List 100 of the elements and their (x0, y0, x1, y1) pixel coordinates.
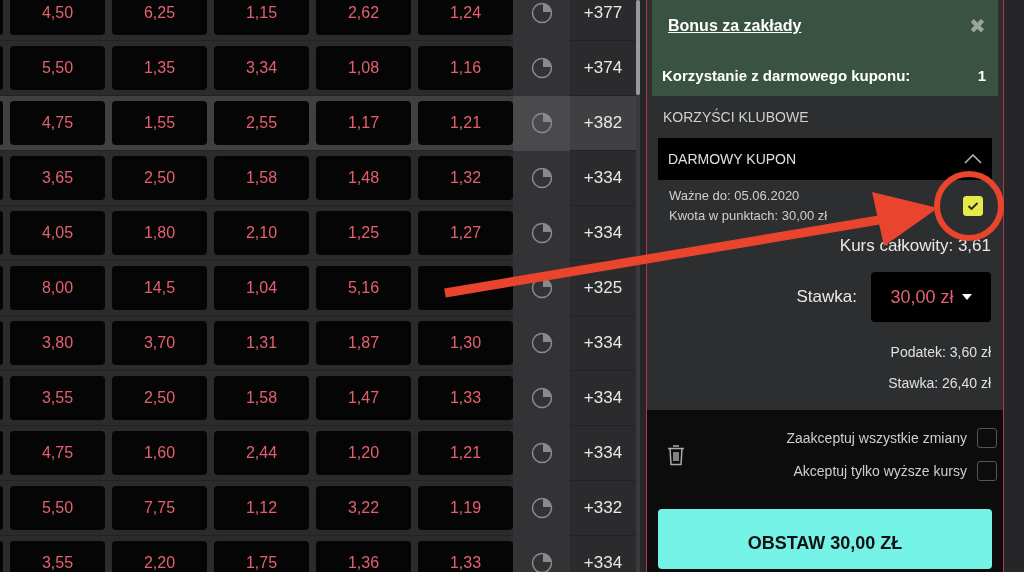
pie-chart-icon[interactable] (530, 2, 553, 24)
odds-button[interactable]: 1,16 (418, 46, 513, 90)
odds-button[interactable]: 1,31 (214, 321, 309, 365)
more-bets-count[interactable]: +332 (570, 498, 636, 518)
odds-button[interactable]: 1,17 (316, 101, 411, 145)
coupon-header[interactable]: DARMOWY KUPON (658, 138, 992, 180)
option-label: Zaakceptuj wszystkie zmiany (786, 430, 967, 446)
section-title: KORZYŚCI KLUBOWE (663, 109, 809, 125)
pie-chart-icon[interactable] (530, 112, 553, 134)
pie-chart-icon[interactable] (530, 222, 553, 244)
odds-button[interactable]: 1,58 (214, 376, 309, 420)
odds-button[interactable]: 1,87 (316, 321, 411, 365)
odds-button[interactable]: 1,25 (316, 211, 411, 255)
more-bets-count[interactable]: +377 (570, 3, 636, 23)
place-bet-button[interactable]: OBSTAW 30,00 ZŁ (658, 509, 992, 569)
pie-chart-icon[interactable] (530, 167, 553, 189)
pie-chart-icon[interactable] (530, 57, 553, 79)
more-bets-count[interactable]: +334 (570, 168, 636, 188)
pie-chart-icon[interactable] (530, 497, 553, 519)
more-bets-count[interactable]: +334 (570, 553, 636, 572)
odds-button[interactable]: 3,34 (214, 46, 309, 90)
odds-button[interactable]: 4,75 (10, 101, 105, 145)
trash-icon[interactable] (667, 443, 685, 466)
odds-button[interactable]: 1,15 (214, 0, 309, 35)
close-icon[interactable]: ✖ (969, 16, 986, 36)
odds-button[interactable]: 1,12 (214, 486, 309, 530)
odds-button[interactable]: 2,50 (112, 156, 207, 200)
odds-button[interactable]: 2,20 (112, 541, 207, 572)
table-row[interactable]: 3,65 2,50 1,58 1,48 1,32 +334 (0, 151, 636, 206)
table-row[interactable]: 5,50 1,35 3,34 1,08 1,16 +374 (0, 41, 636, 96)
more-bets-count[interactable]: +334 (570, 388, 636, 408)
bonus-title[interactable]: Bonus za zakłady (662, 17, 802, 35)
chevron-up-icon[interactable] (964, 154, 982, 164)
odds-button[interactable]: 1,04 (214, 266, 309, 310)
more-bets-count[interactable]: +374 (570, 58, 636, 78)
odds-button[interactable]: 1,30 (418, 321, 513, 365)
points-amount-text: Kwota w punktach: 30,00 zł (669, 207, 828, 225)
more-bets-count[interactable]: +334 (570, 223, 636, 243)
odds-button[interactable]: 5,50 (10, 46, 105, 90)
pie-chart-icon[interactable] (530, 552, 553, 572)
table-row[interactable]: 3,55 2,50 1,58 1,47 1,33 +334 (0, 371, 636, 426)
pie-chart-icon[interactable] (530, 442, 553, 464)
odds-button[interactable]: 1,58 (214, 156, 309, 200)
table-row[interactable]: 4,75 1,55 2,55 1,17 1,21 +382 (0, 96, 636, 151)
more-bets-count[interactable]: +325 (570, 278, 636, 298)
odds-button[interactable]: 3,55 (10, 376, 105, 420)
odds-button[interactable]: 14,5 (112, 266, 207, 310)
scrollbar-thumb[interactable] (636, 0, 640, 95)
odds-button[interactable]: 8,00 (10, 266, 105, 310)
odds-button[interactable]: 2,44 (214, 431, 309, 475)
table-row[interactable]: 5,50 7,75 1,12 3,22 1,19 +332 (0, 481, 636, 536)
more-bets-count[interactable]: +334 (570, 443, 636, 463)
odds-button[interactable]: 1,60 (112, 431, 207, 475)
odds-button[interactable]: 1,47 (316, 376, 411, 420)
odds-button[interactable]: 1,08 (316, 46, 411, 90)
checkbox[interactable] (977, 428, 997, 448)
odds-button[interactable]: 6,25 (112, 0, 207, 35)
odds-button[interactable]: 1,27 (418, 211, 513, 255)
odds-button[interactable]: 4,05 (10, 211, 105, 255)
pie-chart-icon[interactable] (530, 332, 553, 354)
odds-button[interactable]: 5,50 (10, 486, 105, 530)
odds-button[interactable]: 1,80 (112, 211, 207, 255)
table-row[interactable]: 4,50 6,25 1,15 2,62 1,24 +377 (0, 0, 636, 41)
odds-button[interactable]: 4,50 (10, 0, 105, 35)
table-row[interactable]: 8,00 14,5 1,04 5,16 +325 (0, 261, 636, 316)
odds-button[interactable]: 3,70 (112, 321, 207, 365)
odds-button[interactable]: 1,32 (418, 156, 513, 200)
odds-button[interactable]: 7,75 (112, 486, 207, 530)
checkbox[interactable] (977, 461, 997, 481)
odds-button[interactable]: 1,35 (112, 46, 207, 90)
odds-button[interactable]: 1,36 (316, 541, 411, 572)
odds-button[interactable]: 1,33 (418, 376, 513, 420)
odds-button[interactable]: 2,62 (316, 0, 411, 35)
odds-button[interactable]: 3,55 (10, 541, 105, 572)
odds-button[interactable]: 1,55 (112, 101, 207, 145)
pie-chart-icon[interactable] (530, 387, 553, 409)
pie-chart-icon[interactable] (530, 277, 553, 299)
more-bets-count[interactable]: +334 (570, 333, 636, 353)
odds-button[interactable]: 1,48 (316, 156, 411, 200)
odds-button[interactable]: 2,50 (112, 376, 207, 420)
odds-button[interactable]: 1,19 (418, 486, 513, 530)
odds-button[interactable]: 2,10 (214, 211, 309, 255)
table-row[interactable]: 4,05 1,80 2,10 1,25 1,27 +334 (0, 206, 636, 261)
odds-button[interactable]: 5,16 (316, 266, 411, 310)
table-row[interactable]: 4,75 1,60 2,44 1,20 1,21 +334 (0, 426, 636, 481)
odds-button[interactable]: 1,21 (418, 101, 513, 145)
odds-button[interactable]: 3,22 (316, 486, 411, 530)
odds-button[interactable]: 1,21 (418, 431, 513, 475)
more-bets-count[interactable]: +382 (570, 113, 636, 133)
odds-button[interactable]: 1,75 (214, 541, 309, 572)
table-row[interactable]: 3,80 3,70 1,31 1,87 1,30 +334 (0, 316, 636, 371)
odds-button[interactable]: 3,65 (10, 156, 105, 200)
stake-dropdown[interactable]: 30,00 zł (871, 272, 991, 322)
odds-button[interactable]: 1,24 (418, 0, 513, 35)
odds-button[interactable]: 4,75 (10, 431, 105, 475)
odds-button[interactable]: 1,20 (316, 431, 411, 475)
table-row[interactable]: 3,55 2,20 1,75 1,36 1,33 +334 (0, 536, 636, 572)
odds-button[interactable]: 3,80 (10, 321, 105, 365)
odds-button[interactable]: 1,33 (418, 541, 513, 572)
odds-button[interactable]: 2,55 (214, 101, 309, 145)
